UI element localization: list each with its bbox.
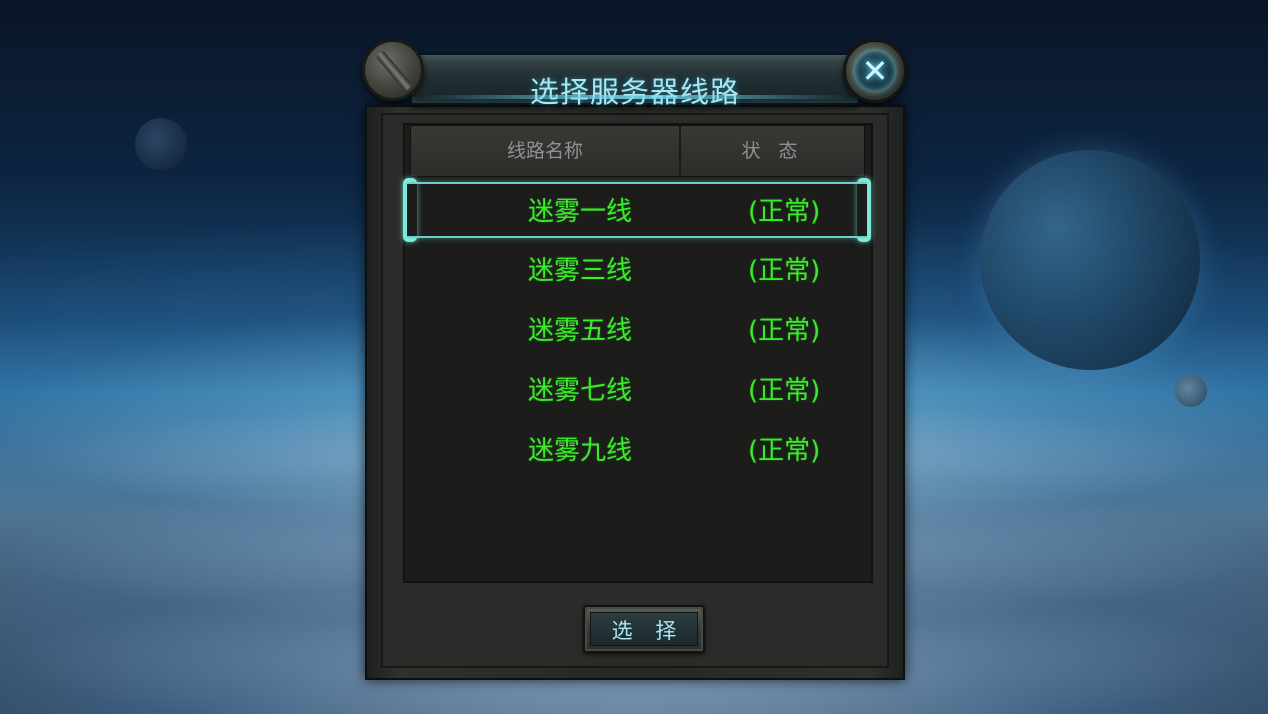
server-row[interactable]: 迷雾三线 (正常) [410, 243, 865, 299]
planet-large [980, 150, 1200, 370]
game-screen: 选择服务器线路 ✕ 线路名称 状 态 迷雾一线 (正常) 迷雾三线 (正常) 迷… [0, 0, 1268, 714]
server-row[interactable]: 迷雾九线 (正常) [410, 423, 865, 479]
select-button[interactable]: 选 择 [583, 605, 705, 653]
server-status: (正常) [748, 197, 821, 227]
server-status: (正常) [748, 376, 821, 406]
sword-blade [375, 50, 413, 92]
title-glow [422, 95, 848, 99]
close-icon: ✕ [861, 52, 889, 90]
server-row[interactable]: 迷雾七线 (正常) [410, 363, 865, 419]
server-select-dialog: 选择服务器线路 ✕ 线路名称 状 态 迷雾一线 (正常) 迷雾三线 (正常) 迷… [362, 39, 907, 680]
server-name: 迷雾五线 [528, 316, 633, 346]
table-header: 线路名称 状 态 [410, 125, 865, 177]
server-row[interactable]: 迷雾一线 (正常) [410, 184, 865, 240]
sword-emblem-icon [362, 39, 424, 101]
server-name: 迷雾七线 [528, 376, 633, 406]
dialog-title: 选择服务器线路 [529, 75, 740, 109]
server-row[interactable]: 迷雾五线 (正常) [410, 303, 865, 359]
header-status: 状 态 [741, 140, 804, 162]
planet-small-right [1175, 375, 1207, 407]
server-status: (正常) [748, 256, 821, 286]
server-name: 迷雾一线 [528, 197, 633, 227]
server-status: (正常) [748, 436, 821, 466]
server-name: 迷雾九线 [528, 436, 633, 466]
server-status: (正常) [748, 316, 821, 346]
header-line-name: 线路名称 [411, 126, 681, 176]
planet-small-left [135, 118, 187, 170]
title-bar: 选择服务器线路 [410, 53, 860, 109]
close-button[interactable]: ✕ [843, 39, 907, 103]
server-name: 迷雾三线 [528, 256, 633, 286]
select-button-label: 选 择 [590, 612, 698, 646]
close-button-face: ✕ [855, 51, 895, 91]
